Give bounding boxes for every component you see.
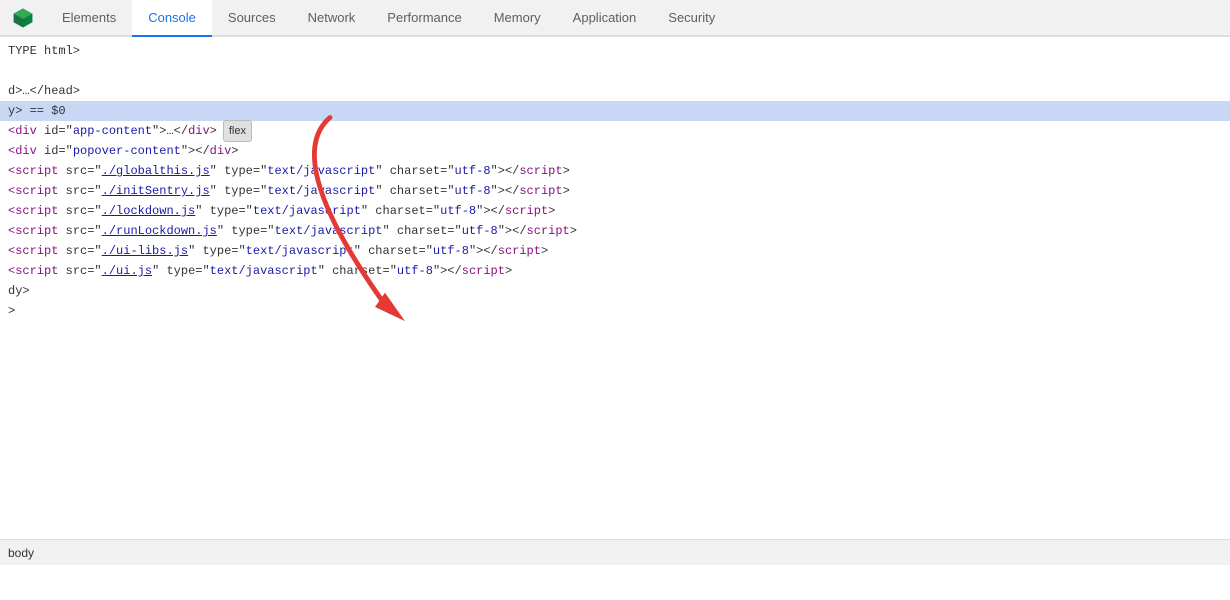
code-line-10: <script src=" ./runLockdown.js " type=" … <box>0 221 1230 241</box>
globalthis-link[interactable]: ./globalthis.js <box>102 161 210 181</box>
main-content: TYPE html> d>…</head> y> == $0 <div id="… <box>0 37 1230 565</box>
code-line-5: <div id=" app-content ">…</ div > flex <box>0 121 1230 141</box>
devtools-panel: Elements Console Sources Network Perform… <box>0 0 1230 565</box>
status-bar: body <box>0 539 1230 565</box>
tab-performance[interactable]: Performance <box>371 0 477 37</box>
code-line-13: dy> <box>0 281 1230 301</box>
tab-application[interactable]: Application <box>557 0 653 37</box>
code-line-2 <box>0 61 1230 81</box>
code-line-14: > <box>0 301 1230 321</box>
code-line-3: d>…</head> <box>0 81 1230 101</box>
code-panel: TYPE html> d>…</head> y> == $0 <div id="… <box>0 37 1230 539</box>
lockdown-link[interactable]: ./lockdown.js <box>102 201 196 221</box>
status-breadcrumb: body <box>8 546 34 560</box>
tab-security[interactable]: Security <box>652 0 731 37</box>
code-line-8: <script src=" ./initSentry.js " type=" t… <box>0 181 1230 201</box>
code-line-4[interactable]: y> == $0 <box>0 101 1230 121</box>
tab-console[interactable]: Console <box>132 0 212 37</box>
code-line-1: TYPE html> <box>0 41 1230 61</box>
devtools-logo-icon <box>12 7 34 29</box>
code-line-9: <script src=" ./lockdown.js " type=" tex… <box>0 201 1230 221</box>
code-line-6: <div id=" popover-content "></ div > <box>0 141 1230 161</box>
devtools-logo <box>0 0 46 35</box>
ui-link[interactable]: ./ui.js <box>102 261 152 281</box>
uilibs-link[interactable]: ./ui-libs.js <box>102 241 188 261</box>
code-line-11: <script src=" ./ui-libs.js " type=" text… <box>0 241 1230 261</box>
tabs-bar: Elements Console Sources Network Perform… <box>0 0 1230 37</box>
tab-elements[interactable]: Elements <box>46 0 132 37</box>
tab-memory[interactable]: Memory <box>478 0 557 37</box>
code-line-12: <script src=" ./ui.js " type=" text/java… <box>0 261 1230 281</box>
runlockdown-link[interactable]: ./runLockdown.js <box>102 221 217 241</box>
tab-sources[interactable]: Sources <box>212 0 292 37</box>
tab-network[interactable]: Network <box>292 0 372 37</box>
initsentry-link[interactable]: ./initSentry.js <box>102 181 210 201</box>
flex-badge: flex <box>223 120 252 142</box>
code-line-7: <script src=" ./globalthis.js " type=" t… <box>0 161 1230 181</box>
